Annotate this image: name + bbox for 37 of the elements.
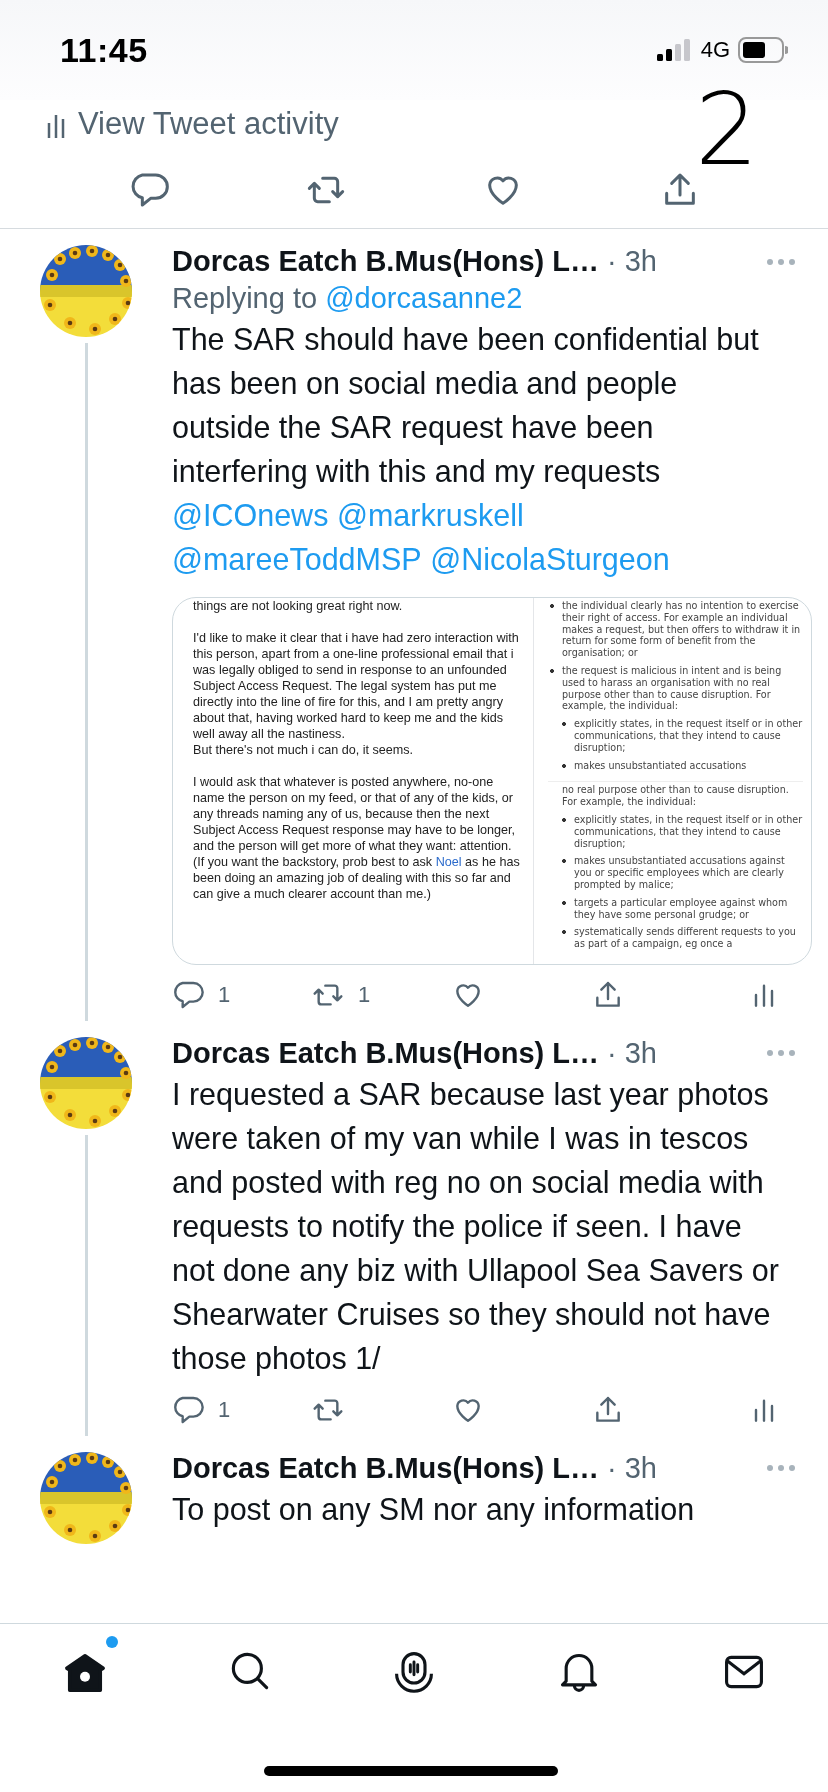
mention-link[interactable]: @markruskell xyxy=(336,493,524,537)
tweet-time: · 3h xyxy=(607,1451,657,1485)
replying-to-text: Replying to @dorcasanne2 xyxy=(172,282,524,315)
document-text: no real purpose other than to cause disruption. For example, the individual: xyxy=(561,784,790,808)
mention-link[interactable]: @mareeToddMSP xyxy=(172,537,422,581)
mention-link[interactable]: @dorcasanne2 xyxy=(325,282,523,314)
attached-screenshot[interactable] xyxy=(172,597,812,965)
signal-icon xyxy=(656,39,693,61)
tweet-text: To post on any SM nor any information xyxy=(172,1490,696,1529)
document-text: things are not looking great right now. xyxy=(193,598,404,614)
bullet-item: the individual clearly has no intention to exercise their right of access. For example an individual makes a request, but then offers to withdraw it in return for some form of benefit from the organisation; or xyxy=(548,600,803,659)
tweet-time: · 3h xyxy=(607,245,657,278)
mention-link[interactable]: Noel xyxy=(435,855,462,869)
reply-count: 1 xyxy=(218,981,231,1008)
bullet-item: explicitly states, in the request itself or in other communications, that they intend to cause disruption; xyxy=(560,813,803,850)
document-text: I would ask that whatever is posted anywhere, no-one name the person on my feed, or that of any of the kids, or any threads naming any of us, because then the next Subject Access Request response may have to be longer, and the person will get more of what they want: attention. xyxy=(193,774,517,854)
author-name[interactable]: Dorcas Eatch B.Mus(Hons) L… xyxy=(172,245,599,278)
mention-link[interactable]: @NicolaSturgeon xyxy=(430,537,670,581)
status-time: 11:45 xyxy=(60,30,148,70)
handwritten-annotation: 2 xyxy=(695,80,759,180)
battery-icon xyxy=(738,37,788,63)
reply-count: 1 xyxy=(218,1396,231,1423)
search-icon[interactable] xyxy=(229,1650,271,1692)
view-activity-link[interactable]: View Tweet activity xyxy=(78,106,339,142)
document-text: But there's not much i can do, it seems. xyxy=(193,742,415,758)
document-text: I'd like to make it clear that i have had zero interaction with this person, apart from a one-line professional email that i was legally obliged to send in response to an unfounded Subject Access Request. The legal system has put me directly into the line of fire for this, and I am pretty angry about that, having worked hard to keep me and the kids well away all the nastiness. xyxy=(193,630,520,742)
mention-link[interactable]: @ICOnews xyxy=(172,493,329,537)
tweet-text: The SAR should have been confidential but has been on social media and people outside the SAR request have been interfering with this and my requests @ICOnews @markruskell @mareeToddMSP @NicolaSturgeon xyxy=(172,317,820,581)
document-text: (If you want the backstory, prob best to ask Noel as he has been doing an amazing job of dealing with this so far and can give a much clearer account than me.) xyxy=(193,854,521,902)
bullet-item: explicitly states, in the request itself or in other communications, that they intend to cause disruption; xyxy=(560,718,803,754)
microphone-icon[interactable] xyxy=(392,1650,436,1694)
retweet-count: 1 xyxy=(358,981,371,1008)
author-name[interactable]: Dorcas Eatch B.Mus(Hons) L… xyxy=(172,1451,599,1485)
tweet-time: · 3h xyxy=(607,1036,657,1070)
tweet-text: I requested a SAR because last year photos were taken of my van while I was in tescos and posted with reg no on social media with requests to notify the police if seen. I have not done any biz with Ullapool Sea Savers or Shearwater Cruises so they should not have those photos 1/ xyxy=(172,1075,780,1378)
network-label: 4G xyxy=(700,37,730,63)
author-name[interactable]: Dorcas Eatch B.Mus(Hons) L… xyxy=(172,1036,599,1070)
